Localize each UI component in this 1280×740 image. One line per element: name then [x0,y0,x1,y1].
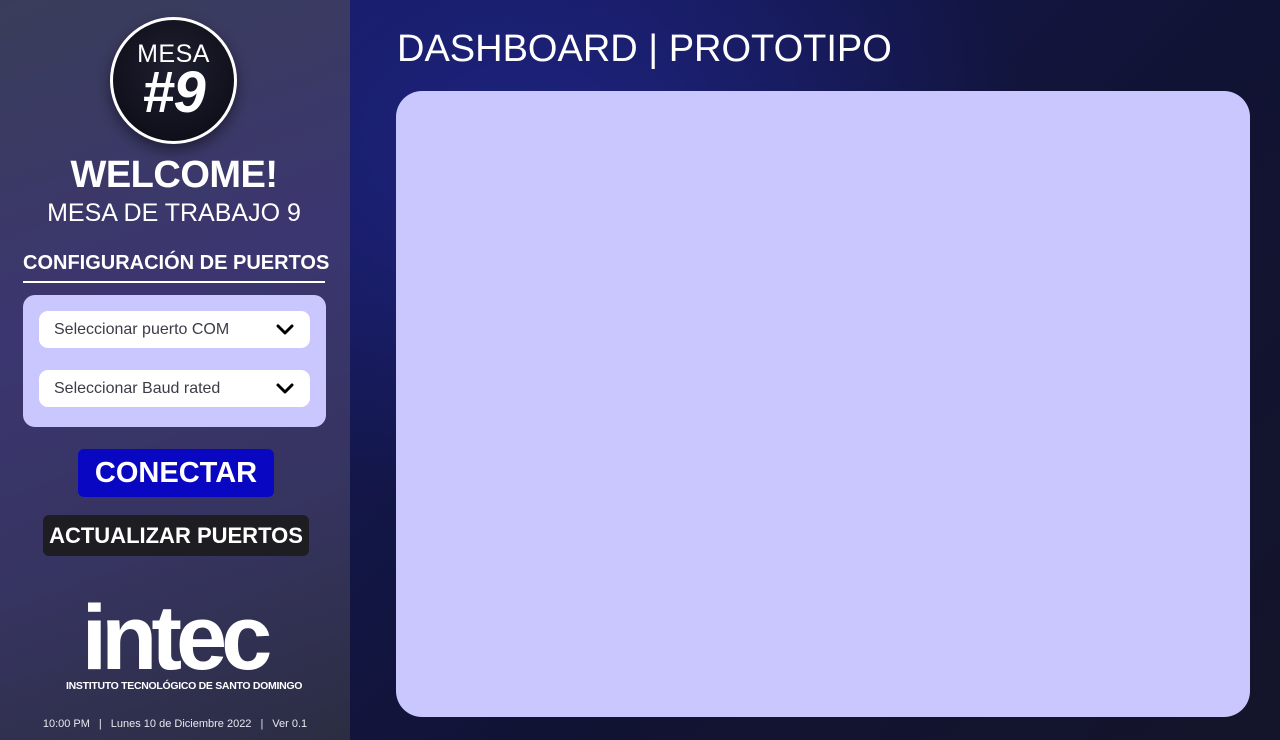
footer-time: 10:00 PM [42,718,90,730]
intec-logo: intec INSTITUTO TECNOLÓGICO DE SANTO DOM… [66,587,303,696]
connect-button[interactable]: CONECTAR [78,449,274,497]
app-window: MESA #9 WELCOME! MESA DE TRABAJO 9 CONFI… [0,0,1280,740]
status-footer: 10:00 PM | Lunes 10 de Diciembre 2022 | Ver … [0,718,350,730]
footer-separator: | [260,718,264,730]
com-port-select-value: Seleccionar puerto COM [54,320,230,338]
welcome-heading: WELCOME! [70,154,278,196]
page-title: DASHBOARD | PROTOTIPO [397,28,892,70]
main-area: DASHBOARD | PROTOTIPO [350,0,1280,740]
badge-number: #9 [142,60,206,125]
baud-rate-select-value: Seleccionar Baud rated [54,379,221,397]
com-port-select[interactable]: Seleccionar puerto COM [39,311,310,348]
port-config-panel: Seleccionar puerto COM Seleccionar Baud … [23,295,326,427]
refresh-ports-button[interactable]: ACTUALIZAR PUERTOS [43,515,309,556]
logo-subtitle: INSTITUTO TECNOLÓGICO DE SANTO DOMINGO [66,680,303,692]
chevron-down-icon [276,383,294,393]
baud-rate-select[interactable]: Seleccionar Baud rated [39,370,310,407]
logo-wordmark: intec [81,587,273,689]
table-badge: MESA #9 [110,17,237,144]
dashboard-panel [396,91,1250,717]
welcome-subtitle: MESA DE TRABAJO 9 [47,199,301,227]
footer-version: Ver 0.1 [272,718,308,730]
chevron-down-icon [276,324,294,334]
footer-date: Lunes 10 de Diciembre 2022 [110,718,252,730]
footer-separator: | [98,718,102,730]
sidebar: MESA #9 WELCOME! MESA DE TRABAJO 9 CONFI… [0,0,350,740]
port-config-title: CONFIGURACIÓN DE PUERTOS [23,252,329,283]
